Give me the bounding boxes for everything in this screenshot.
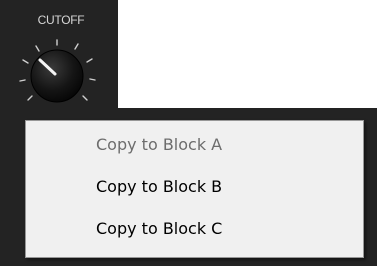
menu-item-copy-to-block-c[interactable]: Copy to Block C — [28, 211, 361, 247]
cutoff-knob-label: CUTOFF — [37, 13, 85, 27]
context-menu: Copy to Block A Copy to Block B Copy to … — [25, 120, 364, 258]
cutoff-knob[interactable] — [12, 30, 108, 120]
menu-item-copy-to-block-a[interactable]: Copy to Block A — [28, 127, 361, 163]
app-window: CUTOFF Copy to Block A Copy to Block B C… — [0, 0, 377, 266]
menu-item-copy-to-block-b[interactable]: Copy to Block B — [28, 169, 361, 205]
knob-body — [30, 49, 84, 103]
